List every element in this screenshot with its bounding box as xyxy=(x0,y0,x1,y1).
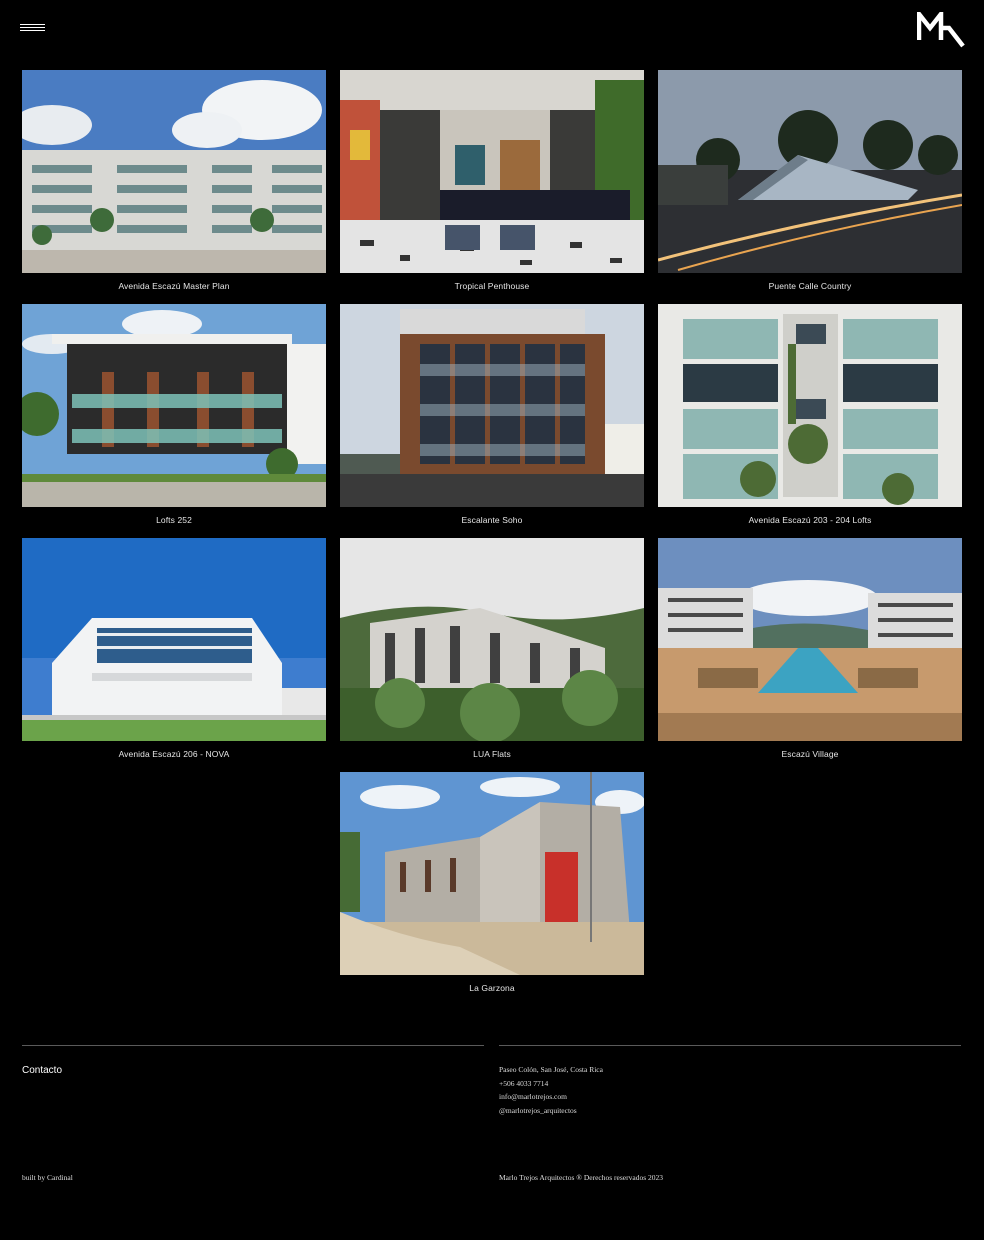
project-title: Tropical Penthouse xyxy=(454,281,530,291)
email-link[interactable]: info@marlotrejos.com xyxy=(499,1090,603,1104)
project-photo xyxy=(340,772,644,975)
project-photo xyxy=(340,304,644,507)
project-photo xyxy=(22,538,326,741)
project-photo xyxy=(22,304,326,507)
project-card-puente-calle-country[interactable]: Puente Calle Country xyxy=(658,70,962,292)
copyright-text: Marlo Trejos Arquitectos ® Derechos rese… xyxy=(499,1173,664,1182)
project-photo xyxy=(22,70,326,273)
project-card-avenida-escazu-master-plan[interactable]: Avenida Escazú Master Plan xyxy=(22,70,326,292)
contact-heading: Contacto xyxy=(22,1065,63,1076)
project-title: Avenida Escazú 203 - 204 Lofts xyxy=(748,515,872,525)
project-title: Escazú Village xyxy=(781,749,839,759)
project-title: Escalante Soho xyxy=(461,515,523,525)
project-photo xyxy=(658,304,962,507)
project-title: La Garzona xyxy=(469,983,515,993)
footer-divider xyxy=(22,1045,484,1046)
project-photo xyxy=(340,538,644,741)
footer-divider xyxy=(499,1045,961,1046)
menu-line xyxy=(20,27,45,28)
project-title: LUA Flats xyxy=(473,749,511,759)
project-card-avenida-escazu-203-204-lofts[interactable]: Avenida Escazú 203 - 204 Lofts xyxy=(658,304,962,526)
project-card-lua-flats[interactable]: LUA Flats xyxy=(340,538,644,760)
project-photo xyxy=(340,70,644,273)
project-title: Puente Calle Country xyxy=(768,281,852,291)
instagram-link[interactable]: @marlotrejos_arquitectos xyxy=(499,1104,603,1118)
logo-mark-icon xyxy=(916,7,965,48)
project-title: Lofts 252 xyxy=(156,515,192,525)
project-card-escalante-soho[interactable]: Escalante Soho xyxy=(340,304,644,526)
address-text: Paseo Colón, San José, Costa Rica xyxy=(499,1065,603,1074)
project-title: Avenida Escazú Master Plan xyxy=(118,281,230,291)
project-photo xyxy=(658,538,962,741)
project-photo xyxy=(658,70,962,273)
project-card-lofts-252[interactable]: Lofts 252 xyxy=(22,304,326,526)
logo[interactable] xyxy=(916,7,965,50)
menu-line xyxy=(20,30,45,31)
menu-line xyxy=(20,24,45,25)
project-title: Avenida Escazú 206 - NOVA xyxy=(118,749,230,759)
phone-link[interactable]: +506 4033 7714 xyxy=(499,1077,603,1091)
project-card-tropical-penthouse[interactable]: Tropical Penthouse xyxy=(340,70,644,292)
built-by-link[interactable]: built by Cardinal xyxy=(22,1173,73,1182)
project-card-avenida-escazu-206-nova[interactable]: Avenida Escazú 206 - NOVA xyxy=(22,538,326,760)
project-card-escazu-village[interactable]: Escazú Village xyxy=(658,538,962,760)
contact-info: Paseo Colón, San José, Costa Rica +506 4… xyxy=(499,1063,603,1117)
project-card-la-garzona[interactable]: La Garzona xyxy=(340,772,644,994)
hamburger-menu-button[interactable] xyxy=(20,23,46,33)
